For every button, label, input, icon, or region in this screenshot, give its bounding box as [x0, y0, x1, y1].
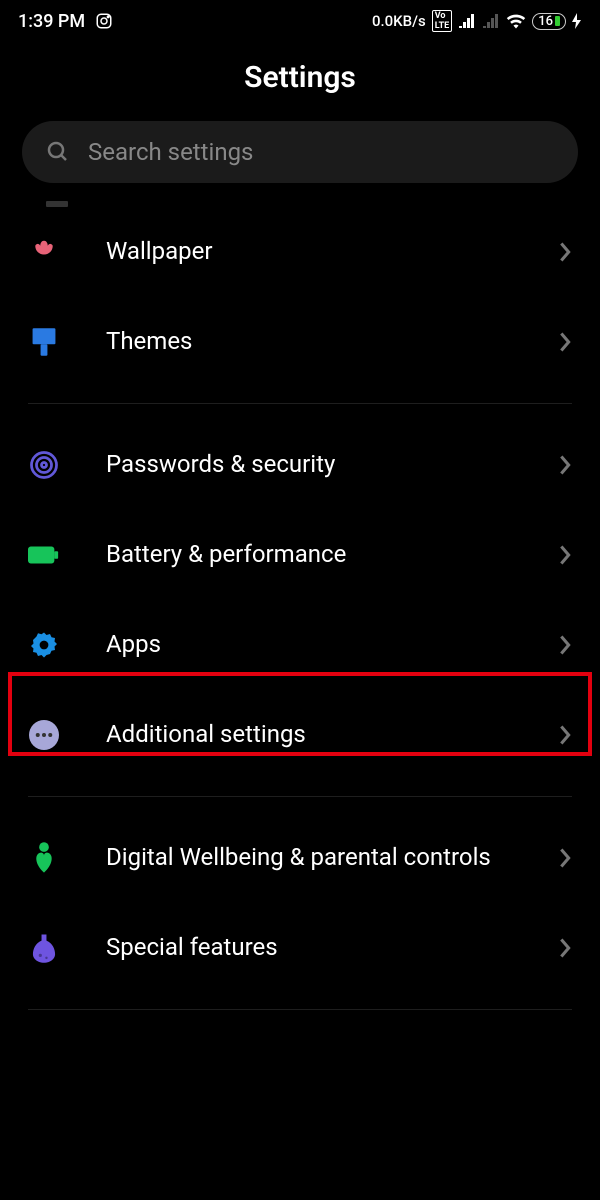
settings-list: Wallpaper Themes Passwords & security Ba… — [0, 201, 600, 1010]
search-icon — [46, 140, 70, 164]
gear-icon — [28, 629, 60, 661]
brush-icon — [28, 326, 60, 358]
status-bar: 1:39 PM 0.0KB/s VoLTE 16 — [0, 0, 600, 38]
battery-icon — [28, 539, 60, 571]
fingerprint-icon — [28, 449, 60, 481]
search-placeholder: Search settings — [88, 138, 253, 166]
section-divider — [28, 1009, 572, 1010]
signal2-icon — [482, 14, 500, 28]
tulip-icon — [28, 236, 60, 268]
flask-icon — [28, 932, 60, 964]
status-netspeed: 0.0KB/s — [372, 12, 426, 30]
section-divider — [28, 796, 572, 797]
settings-item-security[interactable]: Passwords & security — [0, 420, 600, 510]
settings-item-apps[interactable]: Apps — [0, 600, 600, 690]
volte-icon: VoLTE — [432, 10, 453, 32]
settings-item-wellbeing[interactable]: Digital Wellbeing & parental controls — [0, 813, 600, 903]
settings-item-label: Digital Wellbeing & parental controls — [106, 842, 558, 873]
wifi-icon — [506, 13, 526, 29]
settings-item-label: Themes — [106, 326, 558, 357]
search-input[interactable]: Search settings — [22, 121, 578, 183]
settings-item-label: Battery & performance — [106, 539, 558, 570]
chevron-right-icon — [558, 544, 572, 566]
settings-item-label: Special features — [106, 932, 558, 963]
settings-item-wallpaper[interactable]: Wallpaper — [0, 207, 600, 297]
signal-icon — [458, 14, 476, 28]
settings-item-themes[interactable]: Themes — [0, 297, 600, 387]
settings-item-label: Additional settings — [106, 719, 558, 750]
heart-icon — [28, 842, 60, 874]
section-divider — [28, 403, 572, 404]
chevron-right-icon — [558, 847, 572, 869]
page-title: Settings — [0, 60, 600, 95]
settings-item-battery[interactable]: Battery & performance — [0, 510, 600, 600]
chevron-right-icon — [558, 331, 572, 353]
chevron-right-icon — [558, 241, 572, 263]
settings-item-special[interactable]: Special features — [0, 903, 600, 993]
status-time: 1:39 PM — [18, 11, 85, 32]
settings-item-label: Apps — [106, 629, 558, 660]
battery-indicator: 16 — [532, 13, 566, 30]
chevron-right-icon — [558, 937, 572, 959]
settings-item-label: Wallpaper — [106, 236, 558, 267]
more-icon — [28, 719, 60, 751]
charging-icon — [572, 13, 582, 29]
chevron-right-icon — [558, 454, 572, 476]
settings-item-label: Passwords & security — [106, 449, 558, 480]
instagram-icon — [95, 12, 113, 30]
chevron-right-icon — [558, 724, 572, 746]
settings-item-additional[interactable]: Additional settings — [0, 690, 600, 780]
chevron-right-icon — [558, 634, 572, 656]
